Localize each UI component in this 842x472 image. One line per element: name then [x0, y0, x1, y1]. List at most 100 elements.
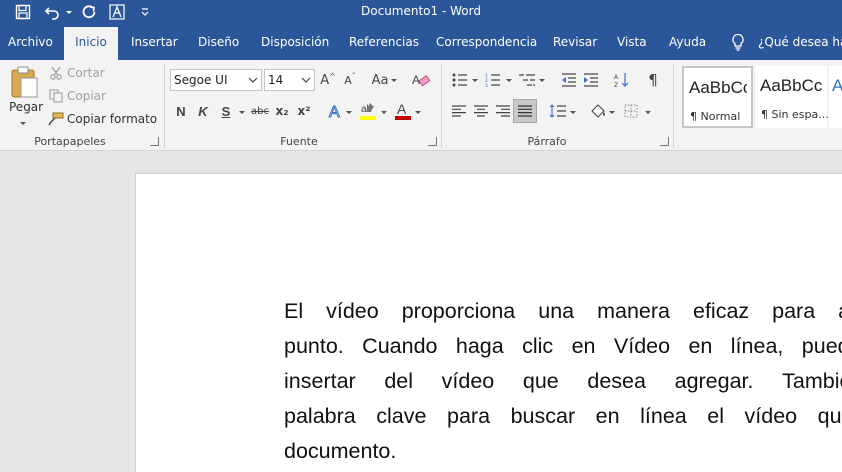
justify-icon[interactable]	[513, 99, 537, 123]
multilevel-dropdown-icon[interactable]	[539, 79, 545, 82]
line-spacing-dropdown-icon[interactable]	[570, 111, 576, 114]
decrease-indent-icon[interactable]	[559, 70, 579, 90]
format-painter-icon[interactable]	[48, 111, 64, 127]
ribbon-tabs: Archivo Inicio Insertar Diseño Disposici…	[0, 24, 842, 60]
numbering-dropdown-icon[interactable]	[506, 79, 512, 82]
group-label-paragraph: Párrafo	[527, 135, 567, 148]
document-page[interactable]: Elvídeoproporcionaunamaneraeficazparaayu…	[135, 173, 842, 472]
format-painter-button[interactable]: Copiar formato	[67, 112, 157, 126]
highlight-icon[interactable]: ab	[357, 100, 379, 122]
style-normal[interactable]: AaBbCcDd ¶ Normal	[682, 66, 753, 128]
align-center-icon[interactable]	[471, 101, 491, 121]
italic-button[interactable]: K	[194, 101, 212, 121]
copy-button[interactable]: Copiar	[67, 89, 106, 103]
tab-disposicion[interactable]: Disposición	[261, 24, 329, 60]
font-family-value: Segoe UI	[174, 73, 228, 87]
align-left-icon[interactable]	[449, 101, 469, 121]
clipboard-launcher-icon[interactable]	[150, 137, 159, 146]
tab-revisar[interactable]: Revisar	[553, 24, 597, 60]
svg-text:A: A	[614, 74, 619, 81]
tab-referencias[interactable]: Referencias	[349, 24, 419, 60]
tell-me-search[interactable]: ¿Qué desea hacer?	[758, 24, 842, 60]
group-label-clipboard: Portapapeles	[34, 135, 106, 148]
word: Vídeo	[613, 334, 671, 358]
text-effects-dropdown-icon[interactable]	[346, 111, 352, 114]
bullets-icon[interactable]	[450, 70, 470, 90]
shrink-font-label: A	[344, 73, 352, 87]
tab-inicio[interactable]: Inicio	[64, 27, 118, 60]
superscript-button[interactable]: x²	[295, 101, 313, 121]
tab-vista[interactable]: Vista	[617, 24, 647, 60]
word: que	[817, 404, 842, 428]
show-marks-button[interactable]: ¶	[643, 70, 663, 90]
paragraph-line: Elvídeo proporciona una manera eficaz para ayu…	[284, 294, 842, 329]
style-normal-sample: AaBbCcDd	[689, 78, 747, 97]
cut-icon[interactable]	[48, 65, 64, 81]
word: el	[707, 404, 724, 428]
subscript-button[interactable]: x₂	[273, 101, 291, 121]
copy-icon[interactable]	[48, 88, 64, 104]
multilevel-list-icon[interactable]	[516, 70, 538, 90]
word: manera	[597, 299, 670, 323]
group-separator	[164, 64, 165, 148]
tab-ayuda[interactable]: Ayuda	[669, 24, 706, 60]
change-case-dropdown-icon[interactable]	[391, 79, 397, 82]
numbering-icon[interactable]: 123	[483, 70, 503, 90]
font-color-dropdown-icon[interactable]	[415, 111, 421, 114]
lightbulb-icon[interactable]	[730, 30, 746, 54]
change-case-button[interactable]: Aa	[368, 70, 392, 90]
word: haga	[455, 334, 504, 358]
paste-dropdown-icon[interactable]	[20, 122, 26, 125]
underline-dropdown-icon[interactable]	[239, 111, 245, 114]
text-effects-icon[interactable]: A	[325, 100, 347, 122]
font-size-select[interactable]: 14	[264, 69, 315, 91]
shading-icon[interactable]	[588, 101, 608, 121]
word: insertar	[284, 369, 356, 393]
cut-button[interactable]: Cortar	[67, 66, 105, 80]
word: clic	[522, 334, 554, 358]
paste-icon[interactable]	[8, 64, 40, 100]
document-body[interactable]: Elvídeoproporcionaunamaneraeficazparaayu…	[284, 294, 842, 469]
underline-button[interactable]: S	[217, 101, 235, 121]
bold-button[interactable]: N	[172, 101, 190, 121]
grow-font-button[interactable]: A ^	[318, 70, 338, 90]
align-right-icon[interactable]	[493, 101, 513, 121]
word: para	[772, 299, 816, 323]
caret-down-small-icon: ˇ	[351, 71, 356, 81]
strikethrough-button[interactable]: abc	[249, 101, 271, 121]
style-heading-1[interactable]: A	[829, 66, 842, 128]
borders-dropdown-icon[interactable]	[645, 111, 651, 114]
paragraph-line: documento.	[284, 434, 842, 469]
font-launcher-icon[interactable]	[428, 137, 437, 146]
word: para	[447, 404, 491, 428]
tab-correspondencia[interactable]: Correspondencia	[436, 24, 537, 60]
line-spacing-icon[interactable]	[548, 101, 568, 121]
grow-font-label: A	[320, 72, 330, 88]
word: Cuando	[362, 334, 438, 358]
group-label-font: Fuente	[280, 135, 318, 148]
tab-insertar[interactable]: Insertar	[131, 24, 178, 60]
document-canvas[interactable]: Elvídeoproporcionaunamaneraeficazparaayu…	[0, 151, 842, 472]
style-no-spacing[interactable]: AaBbCcDd ¶ Sin espa...	[755, 66, 829, 128]
group-separator	[673, 64, 674, 148]
highlight-dropdown-icon[interactable]	[381, 111, 387, 114]
tab-archivo[interactable]: Archivo	[8, 24, 53, 60]
paste-button[interactable]: Pegar	[9, 100, 43, 114]
word: vídeo	[441, 369, 495, 393]
font-family-select[interactable]: Segoe UI	[170, 69, 262, 91]
svg-text:A: A	[412, 73, 420, 87]
word: vídeo	[326, 299, 379, 323]
font-color-icon[interactable]: A	[392, 100, 414, 122]
paragraph-launcher-icon[interactable]	[660, 137, 669, 146]
shading-dropdown-icon[interactable]	[609, 111, 615, 114]
word: que	[522, 369, 559, 393]
tab-diseno[interactable]: Diseño	[198, 24, 239, 60]
sort-icon[interactable]: AZ	[612, 70, 632, 90]
borders-icon[interactable]	[621, 101, 641, 121]
clear-formatting-icon[interactable]: A	[411, 70, 431, 90]
increase-indent-icon[interactable]	[581, 70, 601, 90]
chevron-down-icon	[301, 77, 311, 83]
word: punto.	[284, 334, 344, 358]
shrink-font-button[interactable]: Aˇ	[340, 70, 360, 90]
bullets-dropdown-icon[interactable]	[472, 79, 478, 82]
